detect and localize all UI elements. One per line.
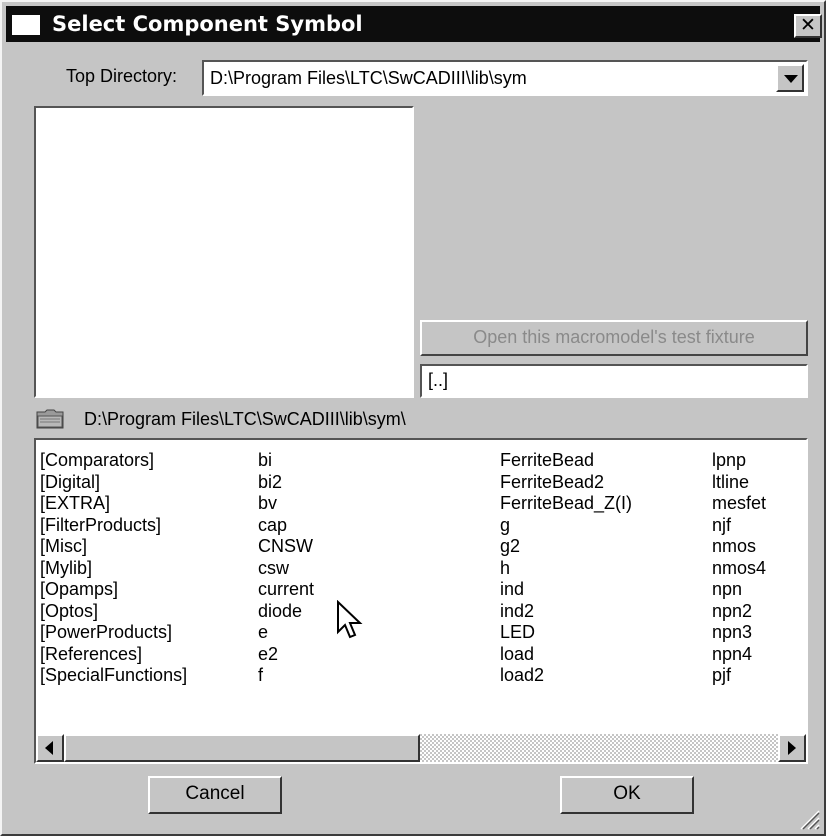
list-item[interactable]: FerriteBead2 [500,472,632,494]
top-directory-label: Top Directory: [66,66,178,86]
list-column-1: [Comparators] [Digital] [EXTRA] [FilterP… [40,450,187,687]
list-item[interactable]: npn2 [712,601,766,623]
list-item[interactable]: FerriteBead_Z(I) [500,493,632,515]
list-item[interactable]: [EXTRA] [40,493,187,515]
open-test-fixture-button[interactable]: Open this macromodel's test fixture [420,320,808,356]
resize-grip-icon[interactable] [798,808,820,830]
list-item[interactable]: ind2 [500,601,632,623]
list-item[interactable]: [Comparators] [40,450,187,472]
list-item[interactable]: npn4 [712,644,766,666]
list-column-3: FerriteBead FerriteBead2 FerriteBead_Z(I… [500,450,632,687]
select-component-dialog: Select Component Symbol ✕ Top Directory:… [0,0,826,836]
scrollbar-thumb[interactable] [64,734,420,762]
top-directory-combobox[interactable]: D:\Program Files\LTC\SwCADIII\lib\sym [202,60,808,96]
list-item[interactable]: [Opamps] [40,579,187,601]
mouse-pointer-icon [337,600,363,639]
list-item[interactable]: e2 [258,644,314,666]
list-item[interactable]: [References] [40,644,187,666]
cancel-button[interactable]: Cancel [148,776,282,814]
list-item[interactable]: npn [712,579,766,601]
list-column-2: bi bi2 bv cap CNSW csw current diode e e… [258,450,314,687]
ok-button[interactable]: OK [560,776,694,814]
list-item[interactable]: [Mylib] [40,558,187,580]
list-item[interactable]: ind [500,579,632,601]
close-button[interactable]: ✕ [794,14,822,38]
symbol-listbox[interactable]: [Comparators] [Digital] [EXTRA] [FilterP… [34,438,808,764]
list-item[interactable]: LED [500,622,632,644]
list-item[interactable]: [Optos] [40,601,187,623]
list-item[interactable]: current [258,579,314,601]
list-item[interactable]: e [258,622,314,644]
list-item[interactable]: ltline [712,472,766,494]
list-item[interactable]: njf [712,515,766,537]
horizontal-scrollbar[interactable] [36,734,806,762]
list-item[interactable]: nmos [712,536,766,558]
app-icon [12,15,40,35]
list-item[interactable]: load [500,644,632,666]
list-item[interactable]: bi [258,450,314,472]
list-item[interactable]: cap [258,515,314,537]
list-item[interactable]: [FilterProducts] [40,515,187,537]
list-item[interactable]: [SpecialFunctions] [40,665,187,687]
list-item[interactable]: lpnp [712,450,766,472]
list-item[interactable]: [Misc] [40,536,187,558]
list-item[interactable]: CNSW [258,536,314,558]
list-item[interactable]: pjf [712,665,766,687]
symbol-name-value: [..] [428,370,449,390]
symbol-preview-pane [34,106,414,398]
list-item[interactable]: bi2 [258,472,314,494]
title-bar[interactable]: Select Component Symbol ✕ [6,6,822,42]
folder-icon [36,409,64,429]
current-path: D:\Program Files\LTC\SwCADIII\lib\sym\ [84,409,406,429]
list-item[interactable]: bv [258,493,314,515]
list-item[interactable]: npn3 [712,622,766,644]
list-item[interactable]: g2 [500,536,632,558]
list-item[interactable]: [PowerProducts] [40,622,187,644]
list-column-4: lpnp ltline mesfet njf nmos nmos4 npn np… [712,450,766,687]
list-item[interactable]: mesfet [712,493,766,515]
list-item[interactable]: csw [258,558,314,580]
chevron-down-icon[interactable] [776,64,804,92]
list-item[interactable]: g [500,515,632,537]
list-item[interactable]: FerriteBead [500,450,632,472]
list-item[interactable]: nmos4 [712,558,766,580]
dialog-title: Select Component Symbol [52,12,363,36]
list-item[interactable]: [Digital] [40,472,187,494]
top-directory-value: D:\Program Files\LTC\SwCADIII\lib\sym [210,68,527,88]
list-item[interactable]: f [258,665,314,687]
list-item[interactable]: h [500,558,632,580]
symbol-name-field[interactable]: [..] [420,364,808,398]
scroll-right-arrow-icon[interactable] [778,734,806,762]
list-item[interactable]: diode [258,601,314,623]
scroll-left-arrow-icon[interactable] [36,734,64,762]
list-item[interactable]: load2 [500,665,632,687]
